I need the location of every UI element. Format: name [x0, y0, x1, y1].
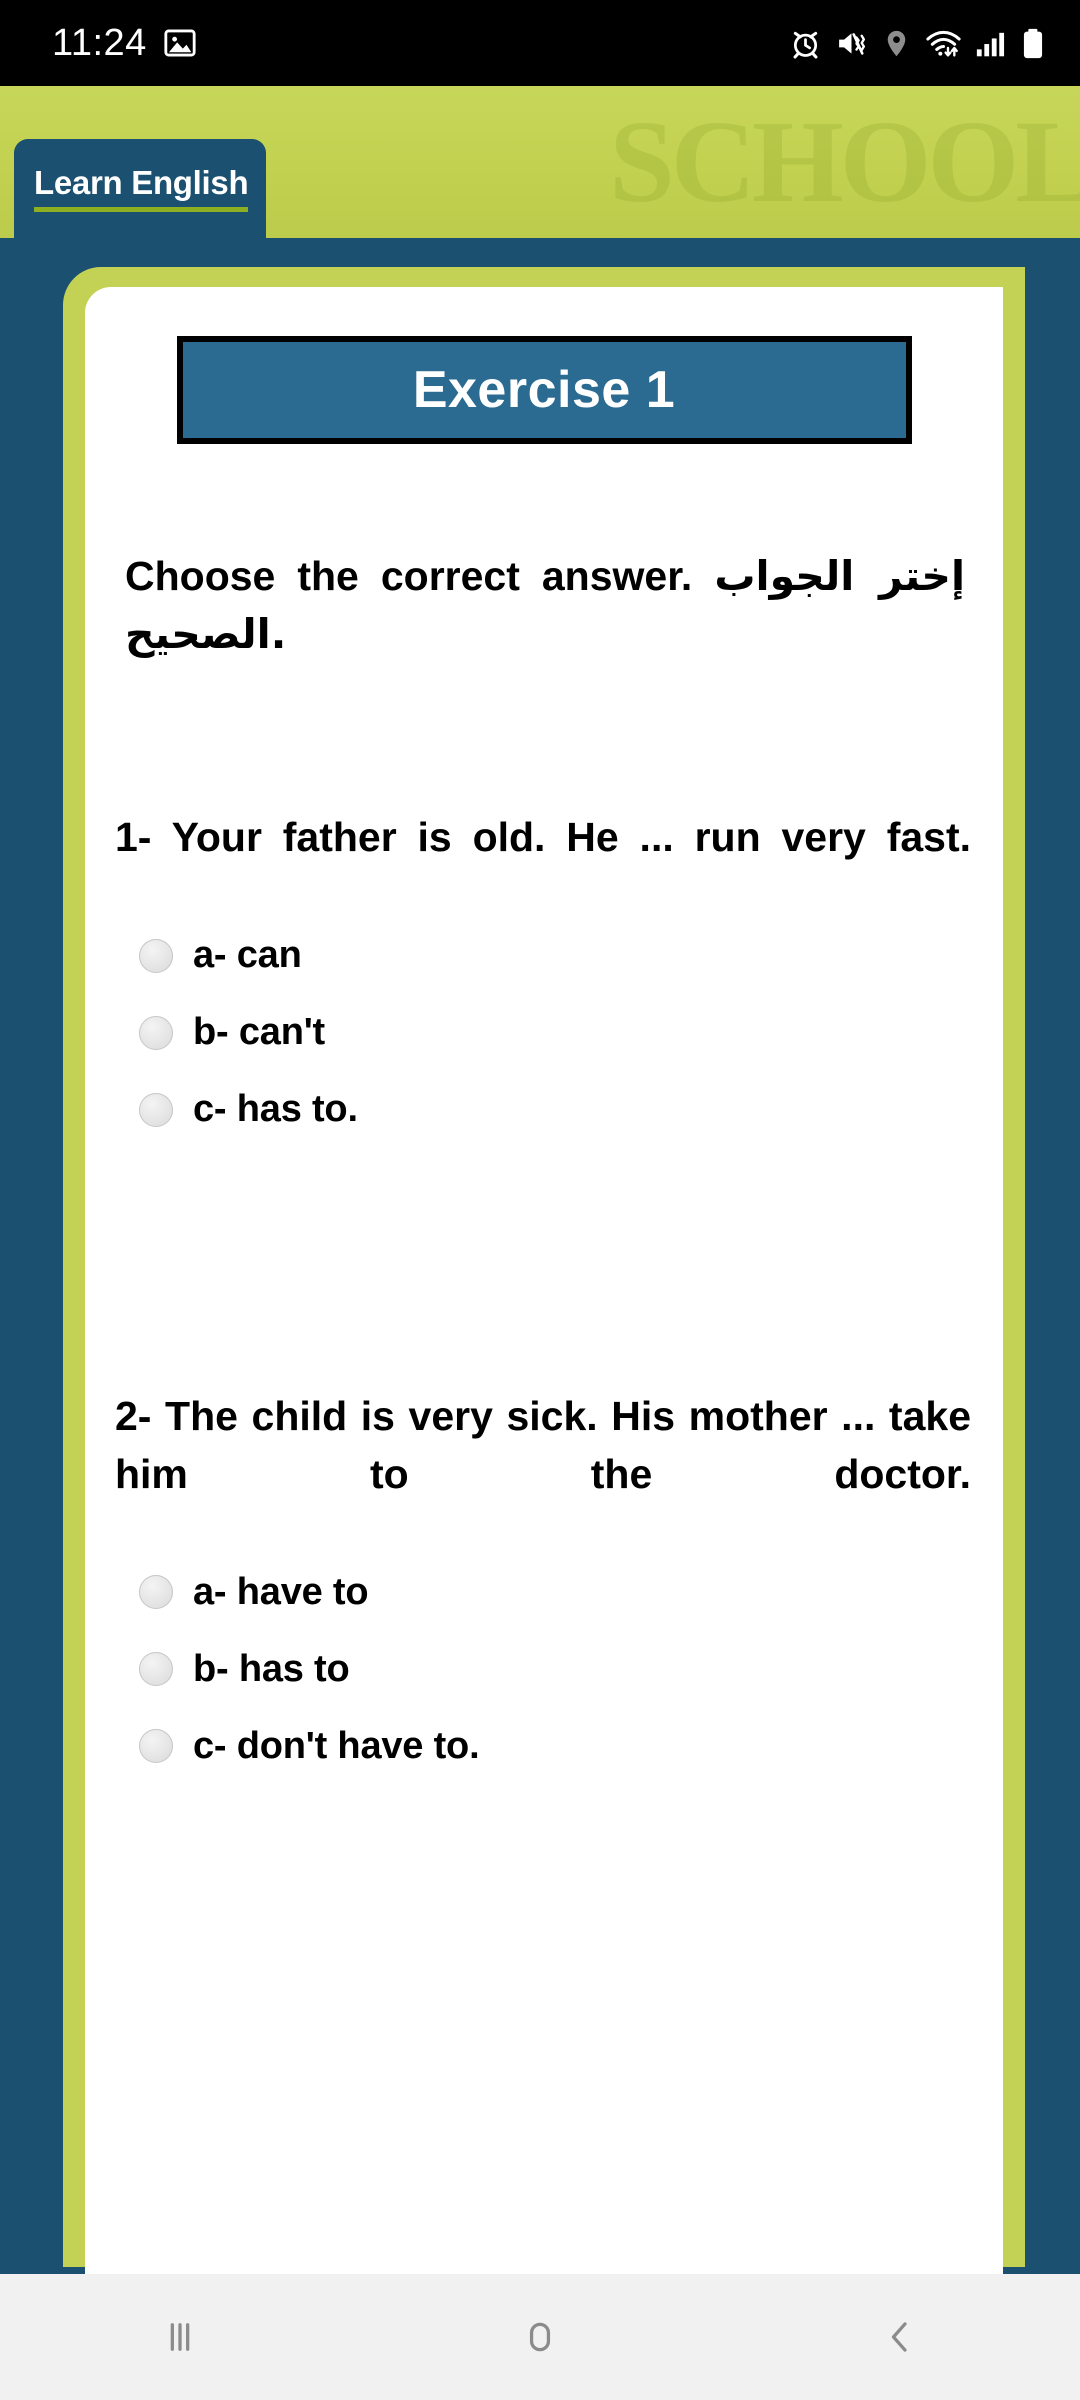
header-watermark: SCHOOL — [609, 96, 1080, 227]
option-label: b- has to — [193, 1647, 350, 1690]
option-group: a- can b- can't c- has to. — [115, 929, 971, 1137]
option-row[interactable]: a- have to — [139, 1565, 971, 1619]
question-block: 2- The child is very sick. His mother ..… — [113, 1387, 975, 1773]
exercise-title-box: Exercise 1 — [176, 336, 912, 444]
back-button[interactable] — [810, 2274, 990, 2400]
instruction-english: Choose the correct answer. — [125, 553, 693, 599]
brand-label: Learn English — [34, 163, 249, 201]
alarm-icon — [789, 27, 822, 60]
recents-icon — [170, 2323, 190, 2351]
status-bar-right — [789, 27, 1046, 60]
option-label: a- can — [193, 934, 302, 977]
option-label: b- can't — [193, 1011, 325, 1054]
instruction-text: Choose the correct answer. إختر الجواب ا… — [113, 547, 975, 663]
option-row[interactable]: c- has to. — [139, 1083, 971, 1137]
question-block: 1- Your father is old. He ... run very f… — [113, 808, 975, 1136]
home-button[interactable] — [450, 2274, 630, 2400]
status-bar-left: 11:24 — [52, 22, 197, 65]
option-row[interactable]: a- can — [139, 929, 971, 983]
lesson-card: Exercise 1 Choose the correct answer. إخ… — [85, 287, 1003, 2287]
option-row[interactable]: b- can't — [139, 1006, 971, 1060]
home-icon — [529, 2322, 551, 2352]
cellular-signal-icon — [975, 27, 1007, 60]
battery-icon — [1020, 27, 1046, 60]
wifi-icon — [925, 27, 962, 60]
exercise-title: Exercise 1 — [412, 361, 676, 419]
option-row[interactable]: c- don't have to. — [139, 1719, 971, 1773]
recents-button[interactable] — [90, 2274, 270, 2400]
option-label: c- has to. — [193, 1088, 358, 1131]
radio-button-icon[interactable] — [139, 1652, 173, 1687]
radio-button-icon[interactable] — [139, 1015, 173, 1050]
option-label: a- have to — [193, 1570, 369, 1613]
phone-screen: 11:24 SCHOOL Learn English Exercise 1 Ch… — [0, 0, 1080, 2400]
option-label: c- don't have to. — [193, 1724, 480, 1767]
image-icon — [163, 26, 197, 60]
question-text: 1- Your father is old. He ... run very f… — [115, 814, 971, 861]
brand-underline — [34, 206, 249, 212]
question-text: 2- The child is very sick. His mother ..… — [115, 1392, 971, 1497]
brand-tab[interactable]: Learn English — [14, 139, 267, 238]
option-group: a- have to b- has to c- don't have to. — [115, 1565, 971, 1773]
vibrate-mute-icon — [835, 27, 868, 60]
location-icon — [881, 28, 912, 59]
option-row[interactable]: b- has to — [139, 1642, 971, 1696]
system-navigation-bar — [0, 2274, 1080, 2400]
lesson-card-frame: Exercise 1 Choose the correct answer. إخ… — [63, 267, 1025, 2287]
radio-button-icon[interactable] — [139, 1729, 173, 1764]
status-clock: 11:24 — [52, 21, 147, 64]
back-chevron-icon — [891, 2322, 907, 2352]
radio-button-icon[interactable] — [139, 1575, 173, 1610]
radio-button-icon[interactable] — [139, 1092, 173, 1127]
status-bar: 11:24 — [0, 0, 1080, 86]
radio-button-icon[interactable] — [139, 938, 173, 973]
